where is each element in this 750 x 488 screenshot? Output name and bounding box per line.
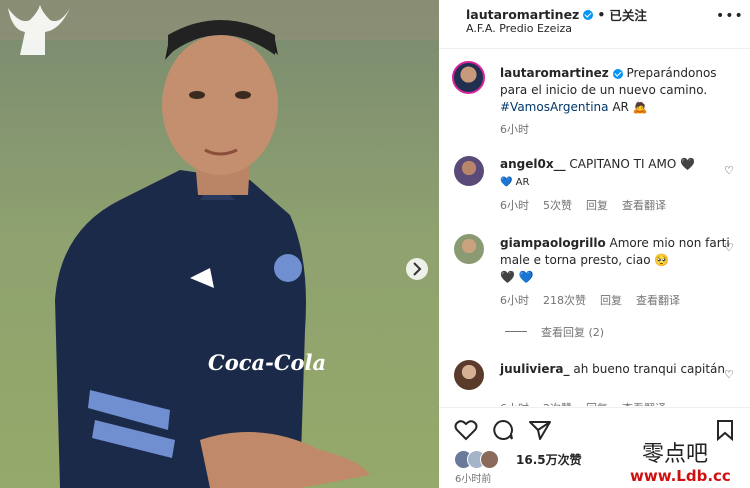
comment-meta: 6小时 218次赞 回复 查看翻译: [500, 292, 680, 308]
comment-avatar[interactable]: [454, 234, 484, 264]
comment-bubble-icon[interactable]: [491, 419, 515, 441]
more-options-icon[interactable]: •••: [716, 8, 744, 24]
post-header: lautaromartinez • 已关注 A.F.A. Predio Ezei…: [466, 5, 744, 35]
comment-avatar[interactable]: [454, 156, 484, 186]
comment-likes[interactable]: 2次赞: [543, 400, 572, 406]
caption-meta: 6小时: [500, 121, 529, 137]
comment-meta: 6小时 2次赞 回复 查看翻译: [500, 400, 666, 406]
translate-button[interactable]: 查看翻译: [636, 292, 680, 308]
reply-button[interactable]: 回复: [600, 292, 622, 308]
watermark-url: www.Ldb.cc: [630, 467, 731, 485]
comment-avatar[interactable]: [454, 360, 484, 390]
share-send-icon[interactable]: [528, 419, 552, 441]
watermark-text: 零点吧: [642, 442, 709, 467]
follow-status[interactable]: 已关注: [609, 5, 647, 24]
comment-likes[interactable]: 5次赞: [543, 197, 572, 213]
comment-like-heart-icon[interactable]: ♡: [724, 368, 734, 381]
comment-text: CAPITANO TI AMO 🖤: [569, 157, 696, 171]
like-count[interactable]: 16.5万次赞: [516, 451, 582, 468]
comment-text-2: 🖤 💙: [500, 270, 534, 284]
reply-button[interactable]: 回复: [586, 400, 608, 406]
comment-meta: 6小时 5次赞 回复 查看翻译: [500, 197, 666, 213]
comment-like-heart-icon[interactable]: ♡: [724, 164, 734, 177]
post-time: 6小时前: [455, 474, 492, 485]
hashtag-link[interactable]: #VamosArgentina: [500, 100, 609, 114]
header-username[interactable]: lautaromartinez: [466, 7, 579, 22]
jersey-sponsor-text: Coca-Cola: [208, 350, 327, 375]
divider: [439, 407, 750, 408]
comment-2: giampaologrillo Amore mio non farti male…: [500, 235, 730, 286]
save-bookmark-icon[interactable]: [715, 419, 735, 441]
post-photo: Coca-Cola: [0, 0, 439, 488]
comment-like-heart-icon[interactable]: ♡: [724, 241, 734, 254]
comment-1: angel0x__ CAPITANO TI AMO 🖤 💙 AR: [500, 156, 730, 191]
comment-username[interactable]: juuliviera_: [500, 362, 570, 376]
comment-text-2: 💙 AR: [500, 177, 530, 188]
translate-button[interactable]: 查看翻译: [622, 400, 666, 406]
verified-badge-icon: [583, 9, 594, 20]
caption-suffix: AR 🙇: [612, 100, 648, 114]
replies-line: [505, 331, 527, 332]
comment-text: ah bueno tranqui capitán: [573, 362, 726, 376]
reply-button[interactable]: 回复: [586, 197, 608, 213]
like-heart-icon[interactable]: [454, 419, 478, 441]
comment-username[interactable]: angel0x__: [500, 157, 566, 171]
translate-button[interactable]: 查看翻译: [622, 197, 666, 213]
view-replies-button[interactable]: 查看回复 (2): [541, 324, 604, 340]
liked-by-avatars[interactable]: [454, 450, 514, 469]
caption-username[interactable]: lautaromartinez: [500, 66, 609, 80]
comment-username[interactable]: giampaologrillo: [500, 236, 606, 250]
comment-time: 6小时: [500, 294, 529, 307]
caption: lautaromartinez Preparándonos para el in…: [500, 65, 730, 116]
verified-badge-icon: [612, 68, 623, 79]
divider: [439, 48, 750, 49]
comment-time: 6小时: [500, 199, 529, 212]
post-panel: lautaromartinez • 已关注 A.F.A. Predio Ezei…: [439, 0, 750, 488]
comment-time: 6小时: [500, 400, 529, 406]
comment-likes[interactable]: 218次赞: [543, 292, 586, 308]
location-link[interactable]: A.F.A. Predio Ezeiza: [466, 22, 572, 35]
comment-3: juuliviera_ ah bueno tranqui capitán: [500, 361, 730, 378]
caption-avatar[interactable]: [452, 61, 485, 94]
caption-time: 6小时: [500, 123, 529, 136]
